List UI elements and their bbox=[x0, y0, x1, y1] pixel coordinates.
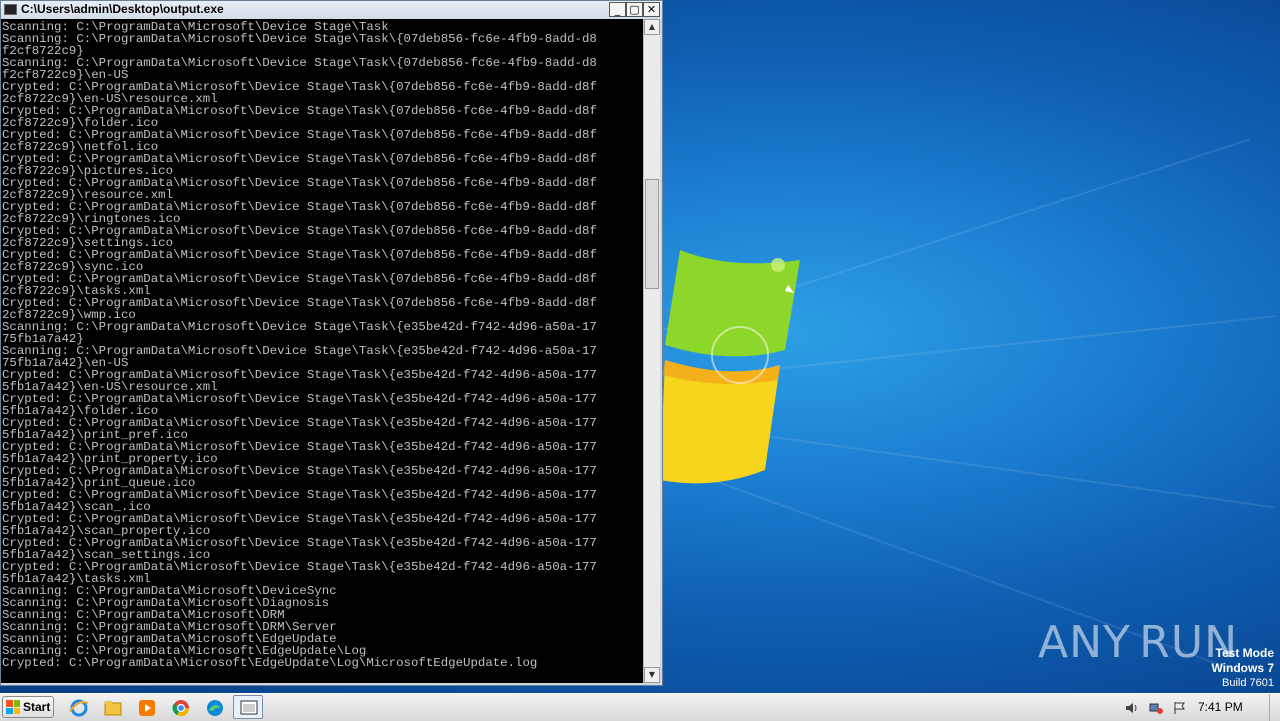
chrome-icon[interactable] bbox=[170, 697, 192, 719]
build-label: Build 7601 bbox=[1211, 676, 1274, 691]
windows-logo bbox=[660, 240, 810, 520]
console-line: Scanning: C:\ProgramData\Microsoft\Devic… bbox=[2, 32, 597, 46]
test-mode-label: Test Mode bbox=[1211, 646, 1274, 661]
media-player-icon[interactable] bbox=[136, 697, 158, 719]
window-title: C:\Users\admin\Desktop\output.exe bbox=[21, 2, 224, 16]
clock[interactable]: 7:41 PM bbox=[1198, 700, 1243, 714]
maximize-button[interactable]: ▢ bbox=[626, 2, 643, 17]
action-center-flag-icon[interactable] bbox=[1172, 701, 1188, 715]
edge-icon[interactable] bbox=[204, 697, 226, 719]
console-window[interactable]: C:\Users\admin\Desktop\output.exe _ ▢ ✕ … bbox=[0, 0, 663, 686]
close-button[interactable]: ✕ bbox=[643, 2, 660, 17]
scroll-thumb[interactable] bbox=[645, 179, 659, 289]
console-line: Crypted: C:\ProgramData\Microsoft\EdgeUp… bbox=[2, 656, 537, 670]
anyrun-watermark: ANY RUN bbox=[1038, 612, 1238, 672]
console-app-icon bbox=[238, 697, 260, 719]
test-mode-notice: Test Mode Windows 7 Build 7601 bbox=[1211, 646, 1274, 691]
console-taskbar-button[interactable] bbox=[233, 695, 263, 719]
vertical-scrollbar[interactable]: ▲ ▼ bbox=[643, 19, 660, 683]
start-label: Start bbox=[23, 700, 50, 714]
console-line: Scanning: C:\ProgramData\Microsoft\Devic… bbox=[2, 320, 597, 334]
network-icon[interactable] bbox=[1148, 701, 1164, 715]
minimize-button[interactable]: _ bbox=[609, 2, 626, 17]
ie-icon[interactable] bbox=[68, 697, 90, 719]
scroll-down-icon[interactable]: ▼ bbox=[644, 667, 660, 683]
explorer-icon[interactable] bbox=[102, 697, 124, 719]
start-button[interactable]: Start bbox=[2, 696, 54, 718]
title-bar[interactable]: C:\Users\admin\Desktop\output.exe _ ▢ ✕ bbox=[1, 1, 662, 19]
console-output[interactable]: Scanning: C:\ProgramData\Microsoft\Devic… bbox=[1, 19, 643, 683]
scroll-up-icon[interactable]: ▲ bbox=[644, 19, 660, 35]
console-text: Scanning: C:\ProgramData\Microsoft\Devic… bbox=[1, 19, 643, 669]
system-tray bbox=[1120, 694, 1192, 721]
windows-version-label: Windows 7 bbox=[1211, 661, 1274, 676]
taskbar: Start bbox=[0, 693, 1280, 721]
show-desktop-button[interactable] bbox=[1269, 694, 1280, 721]
console-icon bbox=[4, 4, 17, 15]
watermark-left: ANY bbox=[1038, 617, 1131, 668]
windows-flag-icon bbox=[6, 700, 20, 714]
speaker-icon[interactable] bbox=[1124, 701, 1140, 715]
